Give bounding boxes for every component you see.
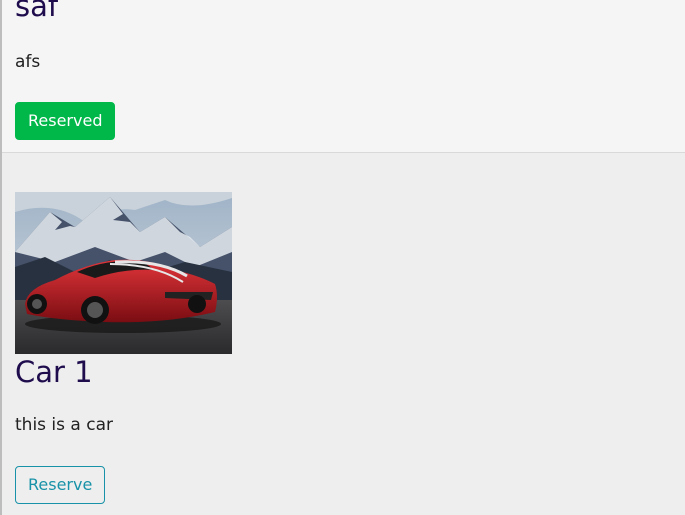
reserved-button[interactable]: Reserved [15, 102, 116, 140]
listing-title: Car 1 [15, 355, 93, 389]
listing-page: saf afs Reserved Car 1 this is a car Res… [0, 0, 685, 515]
listing-card: saf afs Reserved [2, 0, 685, 153]
listing-description: afs [15, 52, 41, 72]
listing-title: saf [15, 0, 59, 23]
reserve-button[interactable]: Reserve [15, 466, 106, 504]
car-image [15, 192, 232, 354]
listing-description: this is a car [15, 415, 113, 435]
listing-card: Car 1 this is a car Reserve [2, 153, 685, 515]
